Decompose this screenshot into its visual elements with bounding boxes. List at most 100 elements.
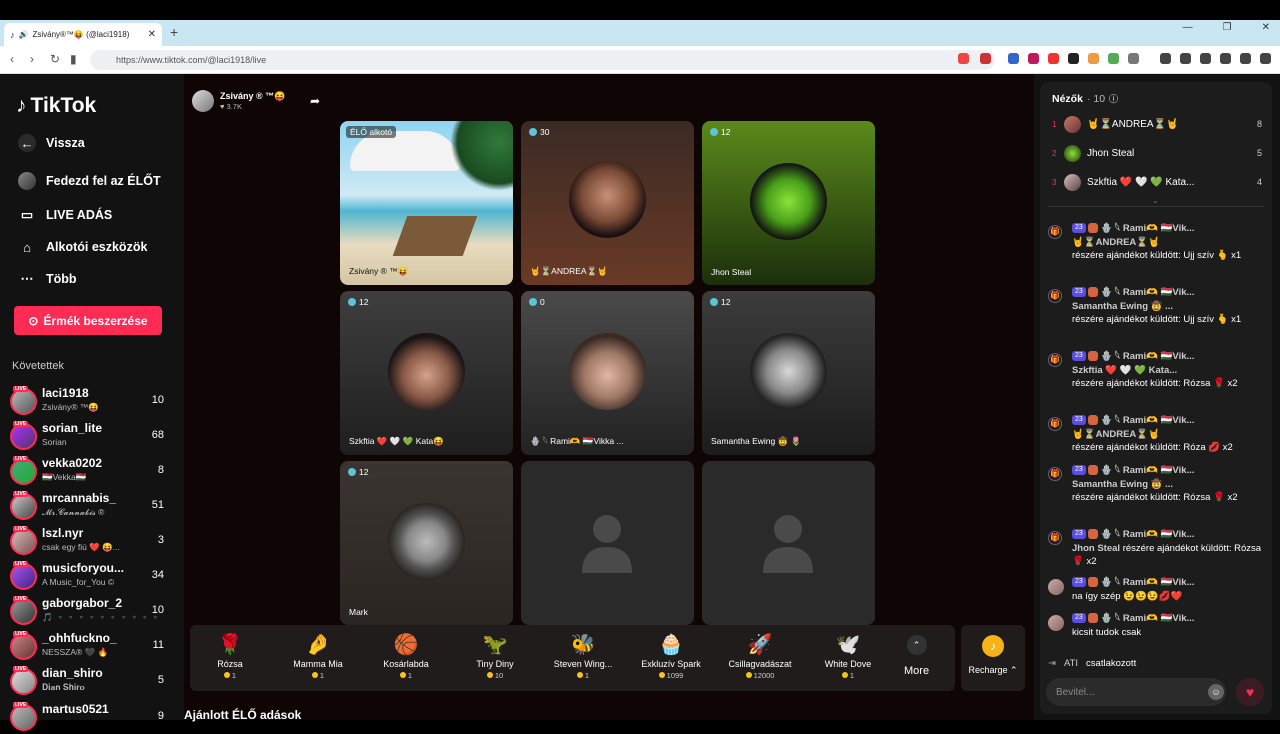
following-item[interactable]: LIVE martus0521 9 (10, 702, 170, 734)
chat-username[interactable]: 🪬 𓆩 Rami🫶 🇭🇺Vik... (1100, 529, 1194, 540)
music-icon[interactable] (1160, 53, 1171, 64)
collections-icon[interactable] (1200, 53, 1211, 64)
live-broadcast-nav[interactable]: ▭ LIVE ADÁS (18, 206, 112, 224)
guest-video-cell[interactable]: 12 Samantha Ewing 🤠 🌷 (702, 291, 875, 455)
more-gifts-button[interactable]: ⌃ More (904, 635, 929, 677)
menu-dots-icon[interactable] (1260, 53, 1271, 64)
back-icon[interactable]: ‹ (10, 52, 14, 66)
back-nav[interactable]: ← Vissza (18, 134, 85, 152)
x-extension-icon[interactable] (1028, 53, 1039, 64)
reload-icon[interactable]: ↻ (50, 52, 60, 66)
guest-video-cell[interactable]: 0 🪬 𓆩 Rami🫶 🇭🇺Vikka ... (521, 291, 694, 455)
chat-message[interactable]: 🎁 23 🪬 𓆩 Rami🫶 🇭🇺Vik... 🤘⏳ANDREA⏳🤘 részére… (1048, 222, 1266, 263)
shield-browser-icon[interactable] (1240, 53, 1251, 64)
chat-message[interactable]: 🎁 23 🪬 𓆩 Rami🫶 🇭🇺Vik... 🤘⏳ANDREA⏳🤘 részére… (1048, 414, 1266, 455)
tiktok-page: ♪ TikTok ← Vissza Fedezd fel az ÉLŐT ▭ L… (0, 74, 1280, 731)
more-nav[interactable]: ⋯ Több (18, 270, 77, 288)
chat-username[interactable]: 🪬 𓆩 Rami🫶 🇭🇺Vik... (1100, 613, 1194, 624)
chat-message[interactable]: 🎁 23 🪬 𓆩 Rami🫶 🇭🇺Vik... Samantha Ewing 🤠 … (1048, 286, 1266, 327)
forward-icon[interactable]: › (30, 52, 34, 66)
recharge-button[interactable]: ♪ Recharge ⌃ (961, 625, 1025, 691)
following-subtitle: Sorian (42, 437, 67, 447)
translate-extension-icon[interactable] (1008, 53, 1019, 64)
gift-item[interactable]: 🧁 Exkluzív Spark 1099 (631, 631, 711, 681)
empty-seat-cell[interactable] (521, 461, 694, 625)
gift-item[interactable]: 🦖 Tiny Diny 10 (455, 631, 535, 681)
more-gifts-label: More (904, 665, 930, 677)
chat-username[interactable]: 🪬 𓆩 Rami🫶 🇭🇺Vik... (1100, 465, 1194, 476)
tiktok-logo[interactable]: ♪ TikTok (16, 94, 96, 118)
host-avatar[interactable] (192, 90, 214, 112)
host-info[interactable]: Zsivány ® ™😝 ♥ 3.7K (192, 90, 285, 112)
guest-video-cell[interactable]: 12 Jhon Steal (702, 121, 875, 285)
green-extension-icon[interactable] (1108, 53, 1119, 64)
chat-message[interactable]: 🎁 23 🪬 𓆩 Rami🫶 🇭🇺Vik... Szkftia ❤️ 🤍 💚 Ka… (1048, 350, 1266, 391)
viewer-row[interactable]: 3 Szkftia ❤️ 🤍 💚 Kata... 4 (1052, 172, 1262, 192)
close-tab-icon[interactable]: ✕ (148, 29, 156, 40)
user-avatar[interactable] (1048, 615, 1064, 631)
chat-username[interactable]: 🪬 𓆩 Rami🫶 🇭🇺Vik... (1100, 351, 1194, 362)
maximize-icon[interactable]: ❐ (1223, 22, 1232, 33)
join-username[interactable]: ATI (1064, 658, 1078, 669)
shield-extension-icon[interactable] (958, 53, 969, 64)
gift-item[interactable]: 🤌 Mamma Mia 1 (278, 631, 358, 681)
chat-input[interactable]: Bevitel... (1046, 678, 1226, 706)
chat-username[interactable]: 🪬 𓆩 Rami🫶 🇭🇺Vik... (1100, 415, 1194, 426)
chat-message[interactable]: 🎁 23 🪬 𓆩 Rami🫶 🇭🇺Vik... Jhon Steal részér… (1048, 528, 1266, 569)
guest-video-cell[interactable]: 12 Mark (340, 461, 513, 625)
following-item[interactable]: LIVE gaborgabor_2 🎵 ▪️▪️▪️▪️▪️▪️▪️▪️▪️▪️… (10, 596, 170, 628)
chevron-down-icon[interactable]: ⌄ (1152, 196, 1159, 205)
following-item[interactable]: LIVE lszl.nyr csak egy fiú ❤️ 😝... 3 (10, 526, 170, 558)
following-item[interactable]: LIVE musicforyou... A Music_for_You © 34 (10, 561, 170, 593)
explore-live-nav[interactable]: Fedezd fel az ÉLŐT (18, 172, 161, 190)
user-avatar[interactable] (1048, 579, 1064, 595)
color-extension-icon[interactable] (1088, 53, 1099, 64)
chat-username[interactable]: 🪬 𓆩 Rami🫶 🇭🇺Vik... (1100, 577, 1194, 588)
share-icon[interactable]: ➦ (310, 94, 320, 108)
empty-seat-cell[interactable] (702, 461, 875, 625)
capture-extension-icon[interactable] (1128, 53, 1139, 64)
chat-message[interactable]: 🎁 23 🪬 𓆩 Rami🫶 🇭🇺Vik... Samantha Ewing 🤠 … (1048, 464, 1266, 505)
viewer-row[interactable]: 2 Jhon Steal 5 (1052, 143, 1262, 163)
new-tab-button[interactable]: + (170, 24, 178, 40)
url-field[interactable]: https://www.tiktok.com/@laci1918/live (90, 50, 995, 70)
host-video-cell[interactable]: ÉLŐ alkotó Zsivány ® ™😝 (340, 121, 513, 285)
chat-username[interactable]: 🪬 𓆩 Rami🫶 🇭🇺Vik... (1100, 287, 1194, 298)
gift-target: 🤘⏳ANDREA⏳🤘 (1072, 236, 1160, 248)
guest-video-cell[interactable]: 30 🤘⏳ANDREA⏳🤘 (521, 121, 694, 285)
favorites-icon[interactable] (1220, 53, 1231, 64)
gift-item[interactable]: 🌹 Rózsa 1 (190, 631, 270, 681)
bookmark-icon[interactable]: ▮ (70, 52, 77, 66)
gift-item[interactable]: 🕊️ White Dove 1 (808, 631, 888, 681)
gift-item[interactable]: 🐝 Steven Wing... 1 (543, 631, 623, 681)
chat-message[interactable]: 23 🪬 𓆩 Rami🫶 🇭🇺Vik... na így szép 😉😉😉💋❤️ (1048, 576, 1266, 603)
guest-avatar (569, 333, 646, 410)
info-icon[interactable]: ⓘ (1109, 92, 1118, 105)
viewer-row[interactable]: 1 🤘⏳ANDREA⏳🤘 8 (1052, 114, 1262, 134)
following-item[interactable]: LIVE _ohhfuckno_ NESSZA® 🖤 🔥 11 (10, 631, 170, 663)
his-extension-icon[interactable] (1048, 53, 1059, 64)
join-text: csatlakozott (1086, 658, 1137, 669)
following-item[interactable]: LIVE dian_shiro 𝐃𝐢𝐚𝐧 𝐒𝐡𝐢𝐫𝐨 5 (10, 666, 170, 698)
emoji-icon[interactable]: ☺ (1208, 684, 1224, 700)
triangle-extension-icon[interactable] (980, 53, 991, 64)
following-subtitle: 𝐃𝐢𝐚𝐧 𝐒𝐡𝐢𝐫𝐨 (42, 682, 85, 692)
guest-video-cell[interactable]: 12 Szkftia ❤️ 🤍 💚 Kata😝 (340, 291, 513, 455)
minimize-icon[interactable]: — (1183, 22, 1193, 33)
following-item[interactable]: LIVE laci1918 Zsivány® ™😝 10 (10, 386, 170, 418)
sidebar-icon[interactable] (1180, 53, 1191, 64)
chat-username[interactable]: 🪬 𓆩 Rami🫶 🇭🇺Vik... (1100, 223, 1194, 234)
gift-item[interactable]: 🚀 Csillagvadászat 12000 (720, 631, 800, 681)
following-item[interactable]: LIVE mrcannabis_ 𝓜𝓻.𝓒𝓪𝓷𝓷𝓪𝓫𝓲𝓼 ® 51 (10, 491, 170, 523)
creator-tools-nav[interactable]: ⌂ Alkotói eszközök (18, 238, 147, 256)
heart-icon[interactable]: ♥ (1236, 678, 1264, 706)
following-item[interactable]: LIVE sorian_lite Sorian 68 (10, 421, 170, 453)
close-window-icon[interactable]: ✕ (1262, 22, 1270, 33)
circle-extension-icon[interactable] (1068, 53, 1079, 64)
following-item[interactable]: LIVE vekka0202 🇭🇺Vekka🇭🇺 8 (10, 456, 170, 488)
chat-message[interactable]: 23 🪬 𓆩 Rami🫶 🇭🇺Vik... kicsit tudok csak (1048, 612, 1266, 639)
browser-tab[interactable]: ♪ 🔊 Zsivány®™😝 (@laci1918) É... ✕ (4, 23, 162, 46)
gift-item[interactable]: 🏀 Kosárlabda 1 (366, 631, 446, 681)
live-badge: LIVE (13, 631, 29, 637)
buy-coins-button[interactable]: ⊙ Érmék beszerzése (14, 306, 162, 335)
